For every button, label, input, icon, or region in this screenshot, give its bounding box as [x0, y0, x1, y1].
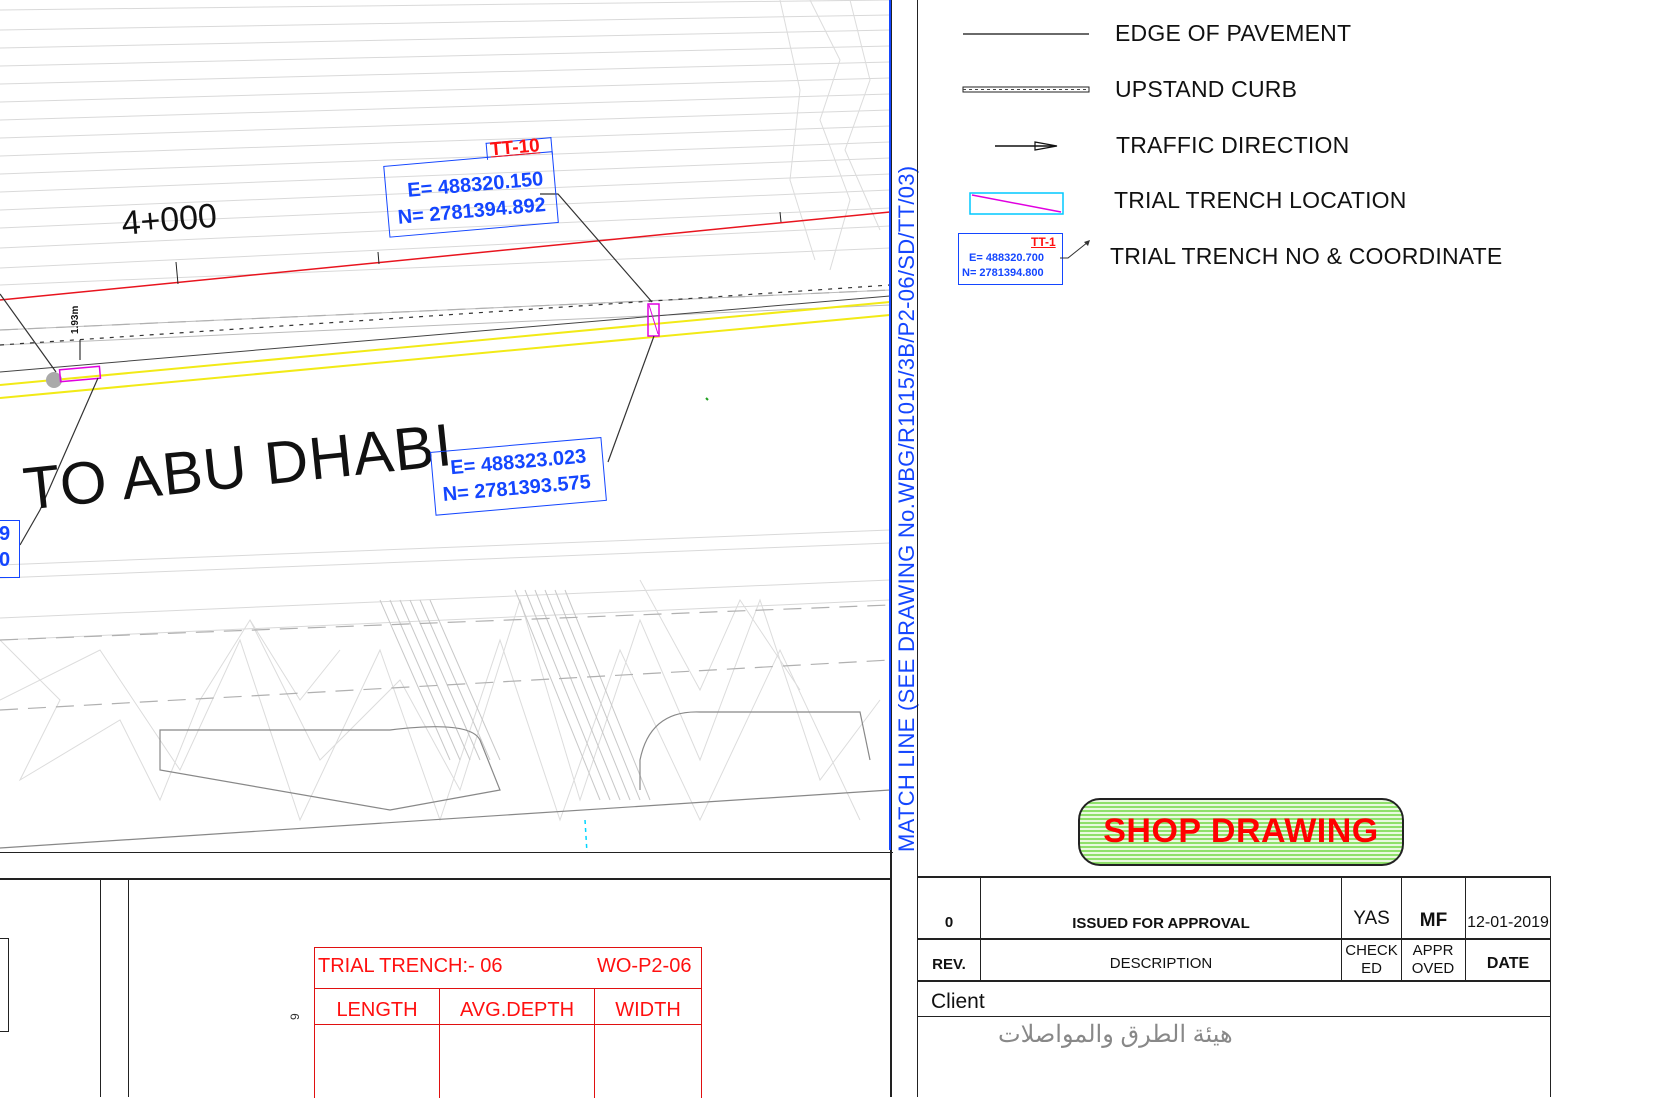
- trench-table-title: TRIAL TRENCH:- 06: [318, 955, 503, 977]
- revision-date: 12-01-2019: [1467, 914, 1549, 931]
- legend-sample-easting: E= 488320.700: [969, 252, 1044, 264]
- client-label: Client: [931, 990, 985, 1013]
- revision-checked: YAS: [1353, 908, 1390, 929]
- road-islands: [0, 711, 891, 849]
- legend-edge-of-pavement: EDGE OF PAVEMENT: [1115, 20, 1352, 46]
- legend-coordinate-box: TT-1 E= 488320.700 N= 2781394.800: [958, 233, 1063, 285]
- cyan-edge: [584, 819, 588, 853]
- yellow-line-2: [0, 314, 891, 399]
- bottom-divider-1: [100, 880, 101, 1097]
- header-date: DATE: [1486, 955, 1530, 972]
- match-line-blue: [889, 0, 891, 850]
- header-description: DESCRIPTION: [1109, 955, 1213, 972]
- legend-sample-id: TT-1: [1031, 235, 1056, 249]
- bottom-divider-2: [128, 880, 129, 1097]
- hatch-lines: [0, 0, 891, 641]
- header-rev: REV.: [932, 956, 966, 973]
- legend-upstand-curb: UPSTAND CURB: [1115, 76, 1298, 102]
- legend-trial-trench-location: TRIAL TRENCH LOCATION: [1114, 187, 1407, 213]
- legend-leader: [1060, 240, 1090, 259]
- legend-sample-northing: N= 2781394.800: [962, 267, 1044, 279]
- upstand-curb-symbol: [962, 86, 1090, 93]
- trial-trench-location-symbol: [969, 192, 1064, 215]
- shop-drawing-stamp: SHOP DRAWING: [1078, 798, 1404, 866]
- trench-col-avg-depth: AVG.DEPTH: [459, 999, 575, 1021]
- trench-col-length: LENGTH: [336, 999, 418, 1021]
- bottom-frame-line: [0, 878, 891, 880]
- legend-trial-trench-no: TRIAL TRENCH NO & COORDINATE: [1110, 243, 1503, 269]
- offset-dimension: 1.93m: [70, 305, 81, 334]
- clipped-easting: 9: [0, 523, 11, 545]
- shop-drawing-text: SHOP DRAWING: [1103, 812, 1379, 850]
- header-approved: APPR OVED: [1411, 942, 1455, 977]
- chainage-label: 4+000: [120, 196, 219, 243]
- revision-approved: MF: [1419, 910, 1448, 931]
- trench-col-width: WIDTH: [615, 999, 681, 1021]
- side-fragment: 9: [288, 1013, 302, 1020]
- revision-table: 0 ISSUED FOR APPROVAL YAS MF 12-01-2019 …: [918, 876, 1551, 1097]
- header-checked: CHECK ED: [1345, 942, 1398, 977]
- plan-frame-bottom: [0, 852, 893, 853]
- tt10-coordinate-box: TT-10 E= 488320.150 N= 2781394.892: [382, 135, 559, 244]
- revision-number: 0: [944, 914, 954, 931]
- trial-trench-table: TRIAL TRENCH:- 06 WO-P2-06 LENGTH AVG.DE…: [314, 947, 702, 1098]
- bottom-inner-box: [0, 938, 9, 1032]
- clipped-coordinate-box: 9 0: [0, 520, 20, 578]
- revision-description: ISSUED FOR APPROVAL: [1072, 915, 1250, 932]
- traffic-direction-symbol: [995, 141, 1058, 151]
- trench-marker-tt10: [647, 303, 660, 337]
- client-name-arabic: هيئة الطرق والمواصلات: [998, 1021, 1233, 1048]
- yellow-line-1: [0, 301, 891, 386]
- trench-table-work-order: WO-P2-06: [597, 955, 692, 977]
- clipped-northing: 0: [0, 549, 11, 571]
- legend-traffic-direction: TRAFFIC DIRECTION: [1116, 132, 1350, 158]
- tt10-id: TT-10: [489, 135, 541, 161]
